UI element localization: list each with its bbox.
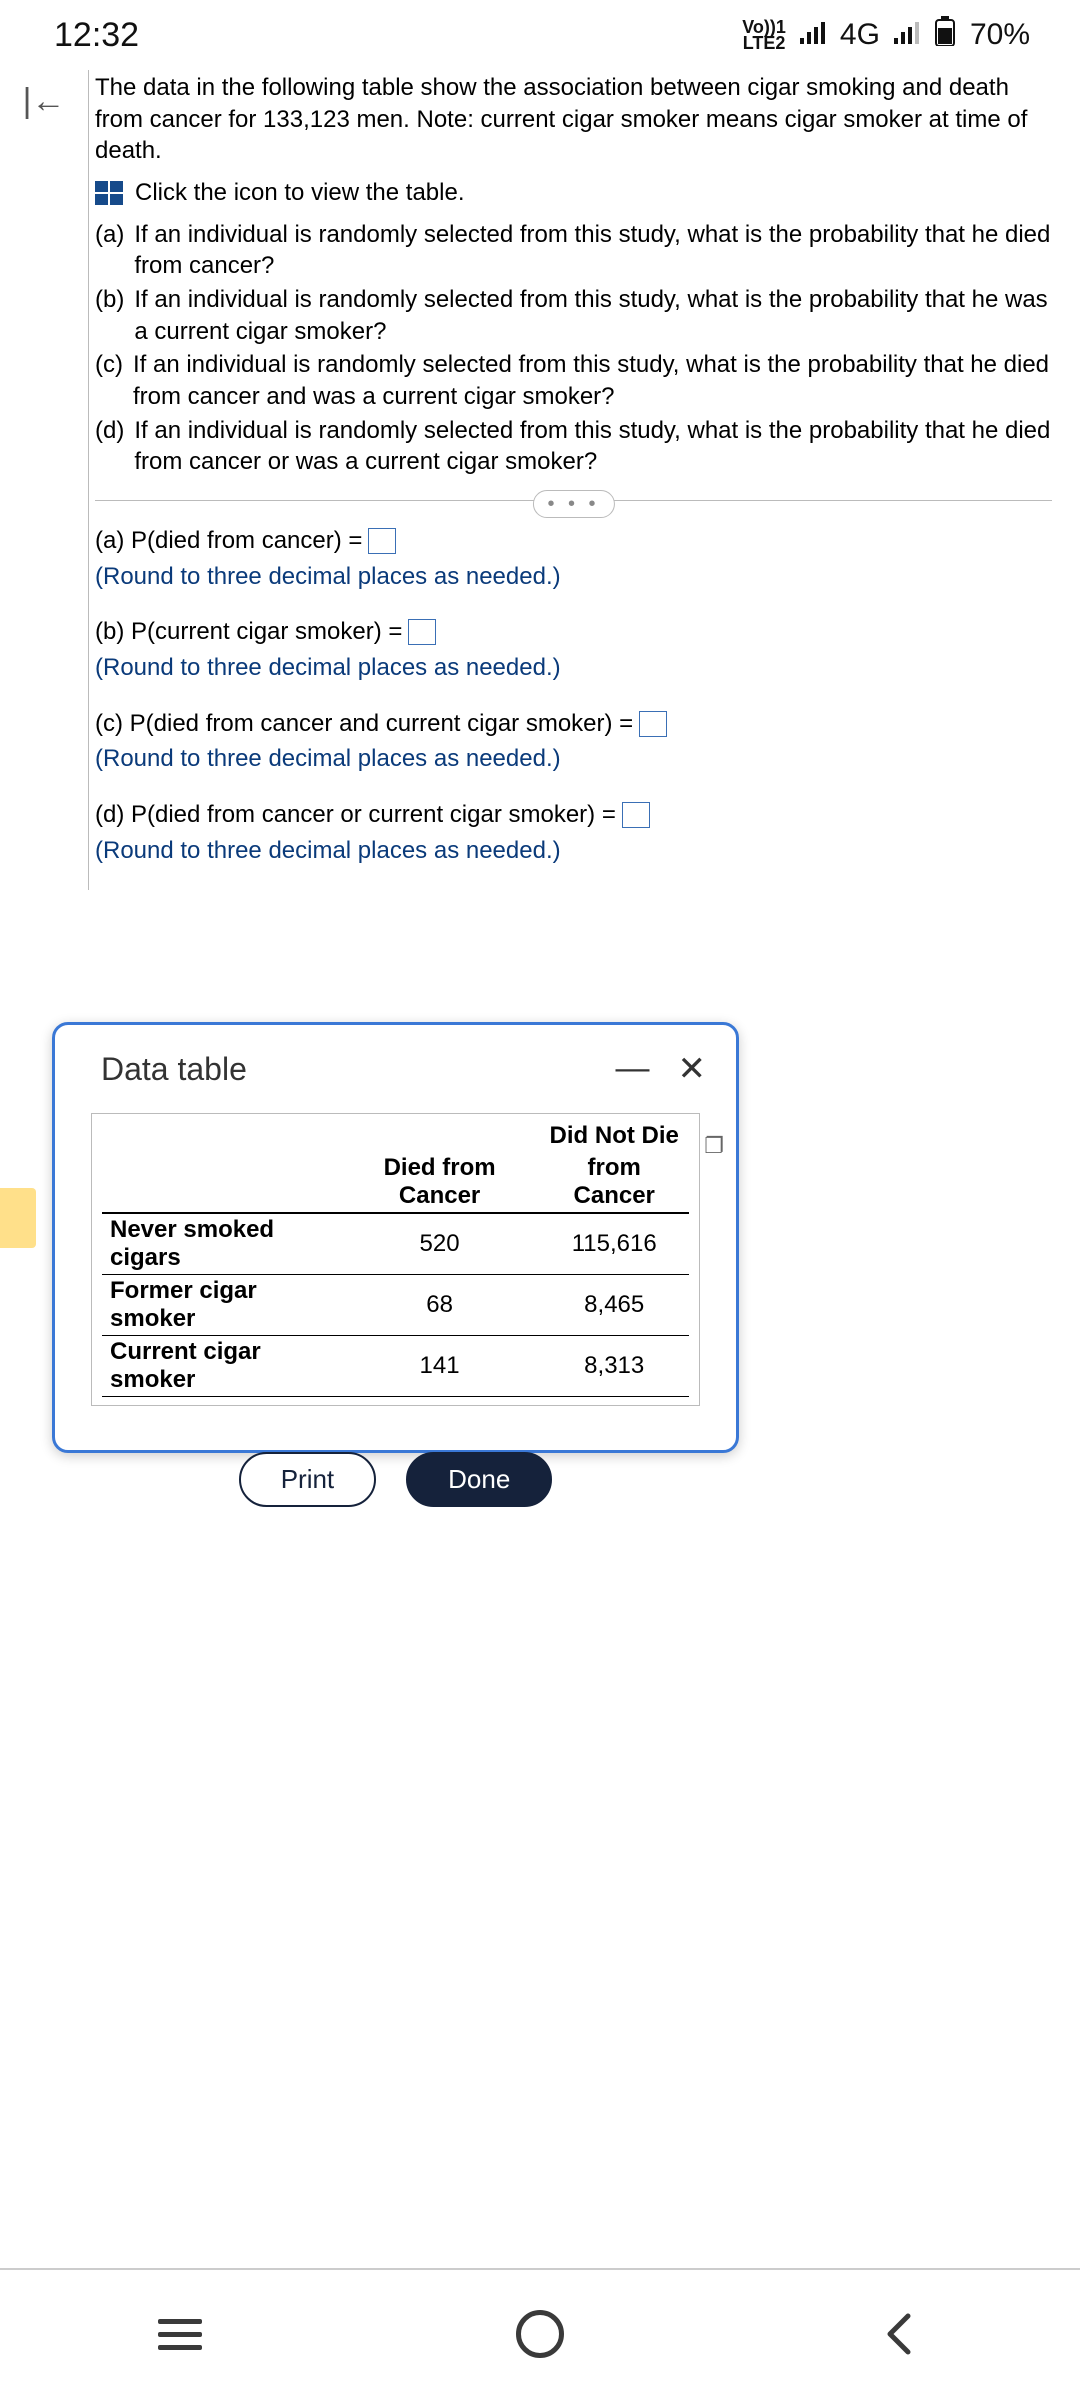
ans-c-text: (c) P(died from cancer and current cigar…	[95, 708, 633, 740]
status-time: 12:32	[54, 16, 139, 55]
status-right: Vo))1 LTE2 4G 70%	[742, 16, 1030, 54]
back-button[interactable]	[872, 2306, 928, 2362]
side-tab[interactable]	[0, 1188, 36, 1248]
col1-header: Died from Cancer	[340, 1152, 540, 1213]
q-d-text: If an individual is randomly selected fr…	[134, 415, 1052, 478]
signal2-icon	[894, 18, 920, 52]
recent-apps-button[interactable]	[152, 2306, 208, 2362]
signal-icon	[800, 18, 826, 52]
volte-indicator: Vo))1 LTE2	[742, 19, 786, 51]
view-table-text: Click the icon to view the table.	[135, 177, 465, 209]
print-button[interactable]: Print	[239, 1452, 376, 1507]
data-table-modal: Data table — ✕ Did Not Die Died from Can…	[52, 1022, 739, 1453]
col2-line1: Did Not Die	[539, 1120, 689, 1152]
ans-a-input[interactable]	[368, 528, 396, 554]
table-icon	[95, 181, 123, 205]
section-divider: • • •	[95, 500, 1052, 501]
q-c-label: (c)	[95, 349, 123, 412]
done-button[interactable]: Done	[406, 1452, 552, 1507]
ans-d-input[interactable]	[622, 802, 650, 828]
ans-c-input[interactable]	[639, 711, 667, 737]
battery-icon	[934, 16, 956, 54]
table-row: Former cigar smoker 68 8,465	[102, 1275, 689, 1336]
q-a-label: (a)	[95, 219, 124, 282]
ans-b-hint: (Round to three decimal places as needed…	[95, 652, 1052, 684]
collapse-icon[interactable]: |←	[23, 82, 66, 121]
left-rail: |←	[0, 70, 88, 890]
q-b-label: (b)	[95, 284, 124, 347]
q-b-text: If an individual is randomly selected fr…	[134, 284, 1052, 347]
data-table-container: Did Not Die Died from Cancer from Cancer…	[91, 1113, 700, 1406]
question-intro: The data in the following table show the…	[95, 70, 1052, 167]
minimize-icon[interactable]: —	[616, 1049, 650, 1089]
system-nav-bar	[0, 2268, 1080, 2400]
q-a-text: If an individual is randomly selected fr…	[134, 219, 1052, 282]
ans-d-text: (d) P(died from cancer or current cigar …	[95, 799, 616, 831]
q-c-text: If an individual is randomly selected fr…	[133, 349, 1052, 412]
network-label: 4G	[840, 18, 880, 52]
view-table-link[interactable]: Click the icon to view the table.	[95, 177, 1052, 209]
q-d-label: (d)	[95, 415, 124, 478]
ellipsis-pill[interactable]: • • •	[532, 490, 614, 518]
home-button[interactable]	[512, 2306, 568, 2362]
battery-pct: 70%	[970, 18, 1030, 52]
ans-b-text: (b) P(current cigar smoker) =	[95, 616, 402, 648]
table-row: Never smoked cigars 520 115,616	[102, 1213, 689, 1275]
ans-d-hint: (Round to three decimal places as needed…	[95, 835, 1052, 867]
status-bar: 12:32 Vo))1 LTE2 4G 70%	[0, 0, 1080, 70]
ans-c-hint: (Round to three decimal places as needed…	[95, 743, 1052, 775]
table-row: Current cigar smoker 141 8,313	[102, 1336, 689, 1397]
col2-line2: from Cancer	[539, 1152, 689, 1213]
ans-a-text: (a) P(died from cancer) =	[95, 525, 362, 557]
modal-title: Data table	[101, 1051, 247, 1088]
ans-a-hint: (Round to three decimal places as needed…	[95, 561, 1052, 593]
copy-icon[interactable]: ❐	[704, 1133, 724, 1159]
close-icon[interactable]: ✕	[678, 1049, 707, 1089]
ans-b-input[interactable]	[408, 619, 436, 645]
data-table: Did Not Die Died from Cancer from Cancer…	[102, 1120, 689, 1397]
col0-header	[102, 1152, 340, 1213]
